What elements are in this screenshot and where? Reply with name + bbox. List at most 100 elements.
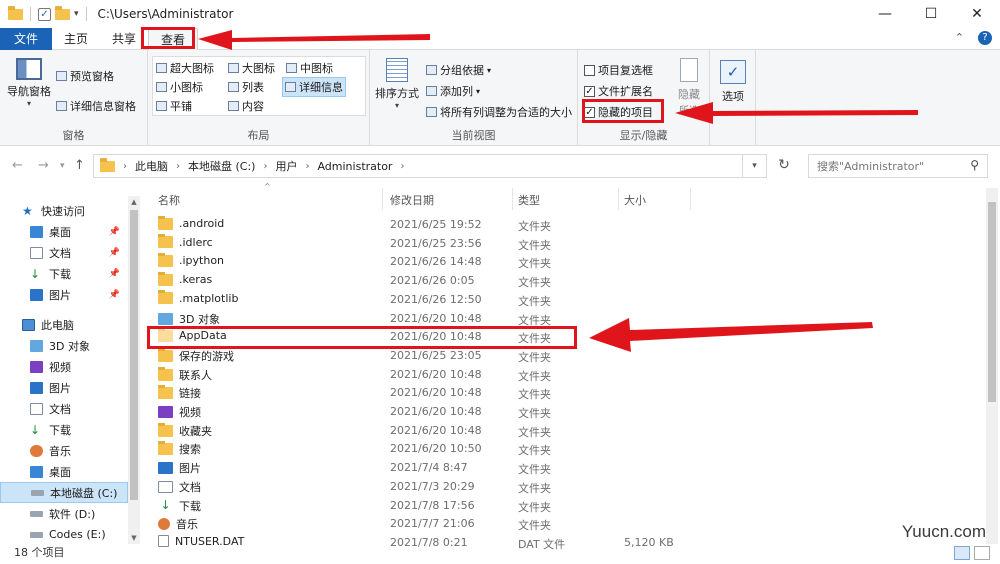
file-row[interactable]: .ipython 2021/6/26 14:48 文件夹 <box>150 252 986 271</box>
chevron-right-icon[interactable]: › <box>305 161 309 172</box>
layout-medium-icons[interactable]: 中图标 <box>286 60 333 76</box>
breadcrumb-this-pc[interactable]: 此电脑 <box>135 158 168 174</box>
nav-item-desktop[interactable]: 桌面 📌 <box>0 221 128 242</box>
collapse-ribbon-icon[interactable]: ⌃ <box>955 31 964 45</box>
refresh-icon[interactable]: ↻ <box>771 154 797 178</box>
nav-item-drive-e[interactable]: Codes (E:) <box>0 524 128 544</box>
layout-tiles[interactable]: 平铺 <box>156 98 192 114</box>
chevron-right-icon[interactable]: › <box>176 161 180 172</box>
add-columns-button[interactable]: 添加列 ▾ <box>426 83 480 99</box>
up-arrow-icon[interactable]: ↑ <box>74 158 85 173</box>
nav-item-3d-objects[interactable]: 3D 对象 <box>0 335 128 356</box>
checkbox-icon <box>584 64 595 76</box>
navigation-pane-button[interactable]: 导航窗格 ▾ <box>6 58 52 108</box>
file-row[interactable]: ↓ 下载 2021/7/8 17:56 文件夹 <box>150 496 986 515</box>
file-row[interactable]: 链接 2021/6/20 10:48 文件夹 <box>150 383 986 402</box>
customize-toolbar-icon[interactable]: ▾ <box>74 9 79 19</box>
pin-icon[interactable]: 📌 <box>109 269 120 279</box>
tab-home[interactable]: 主页 <box>52 28 100 50</box>
help-icon[interactable]: ? <box>978 31 992 45</box>
maximize-button[interactable]: ☐ <box>908 0 954 28</box>
details-view-icon[interactable] <box>954 546 970 560</box>
folder-icon <box>158 347 173 362</box>
nav-item-documents[interactable]: 文档 📌 <box>0 242 128 263</box>
nav-item-desktop-pc[interactable]: 桌面 <box>0 461 128 482</box>
chevron-right-icon[interactable]: › <box>123 161 127 172</box>
scroll-down-icon[interactable]: ▼ <box>128 534 140 542</box>
details-pane-button[interactable]: 详细信息窗格 <box>56 98 136 114</box>
nav-item-pictures[interactable]: 图片 📌 <box>0 284 128 305</box>
column-header-type[interactable]: 类型 <box>518 192 540 208</box>
pin-icon[interactable]: 📌 <box>109 227 120 237</box>
recent-locations-icon[interactable]: ▾ <box>60 161 65 171</box>
column-header-name[interactable]: 名称 <box>158 192 180 208</box>
file-row[interactable]: .android 2021/6/25 19:52 文件夹 <box>150 215 986 234</box>
file-row[interactable]: 收藏夹 2021/6/20 10:48 文件夹 <box>150 421 986 440</box>
file-row[interactable]: 3D 对象 2021/6/20 10:48 文件夹 <box>150 309 986 328</box>
scroll-up-icon[interactable]: ▲ <box>128 198 140 206</box>
file-row[interactable]: 图片 2021/7/4 8:47 文件夹 <box>150 458 986 477</box>
item-checkboxes-toggle[interactable]: 项目复选框 <box>584 62 653 78</box>
column-header-date[interactable]: 修改日期 <box>390 192 434 208</box>
file-row[interactable]: 视频 2021/6/20 10:48 文件夹 <box>150 402 986 421</box>
hide-selected-button[interactable]: 隐藏 所选 <box>672 58 706 117</box>
file-row[interactable]: 联系人 2021/6/20 10:48 文件夹 <box>150 365 986 384</box>
file-row[interactable]: .keras 2021/6/26 0:05 文件夹 <box>150 271 986 290</box>
column-headers: ^ 名称 修改日期 类型 大小 <box>150 182 986 210</box>
address-bar[interactable]: › 此电脑 › 本地磁盘 (C:) › 用户 › Administrator › <box>93 154 743 178</box>
nav-item-videos[interactable]: 视频 <box>0 356 128 377</box>
layout-details[interactable]: 详细信息 <box>282 77 346 97</box>
scrollbar-thumb[interactable] <box>988 202 996 402</box>
forward-arrow-icon[interactable]: → <box>38 158 49 173</box>
pin-icon[interactable]: 📌 <box>109 290 120 300</box>
preview-pane-button[interactable]: 预览窗格 <box>56 68 114 84</box>
nav-item-downloads-pc[interactable]: ↓ 下载 <box>0 419 128 440</box>
nav-item-drive-d[interactable]: 软件 (D:) <box>0 503 128 524</box>
breadcrumb-drive-c[interactable]: 本地磁盘 (C:) <box>188 158 255 174</box>
scrollbar-thumb[interactable] <box>130 210 138 500</box>
layout-large-icons[interactable]: 大图标 <box>228 60 275 76</box>
sort-by-button[interactable]: 排序方式 ▾ <box>374 58 420 110</box>
size-all-columns-button[interactable]: 将所有列调整为合适的大小 <box>426 104 572 120</box>
layout-list[interactable]: 列表 <box>228 79 264 95</box>
file-row[interactable]: 音乐 2021/7/7 21:06 文件夹 <box>150 514 986 533</box>
nav-quick-access[interactable]: ★ 快速访问 <box>0 200 128 221</box>
annotation-box-appdata <box>147 326 577 349</box>
nav-item-drive-c[interactable]: 本地磁盘 (C:) <box>0 482 128 503</box>
pin-icon[interactable]: 📌 <box>109 248 120 258</box>
layout-content[interactable]: 内容 <box>228 98 264 114</box>
large-icons-view-icon[interactable] <box>974 546 990 560</box>
address-dropdown-icon[interactable]: ▾ <box>743 154 767 178</box>
file-row[interactable]: .idlerc 2021/6/25 23:56 文件夹 <box>150 234 986 253</box>
chevron-right-icon[interactable]: › <box>400 161 404 172</box>
layout-extra-large-icons[interactable]: 超大图标 <box>156 60 214 76</box>
nav-item-downloads[interactable]: ↓ 下载 📌 <box>0 263 128 284</box>
options-button[interactable]: ✓ 选项 <box>716 60 750 104</box>
minimize-button[interactable]: — <box>862 0 908 28</box>
back-arrow-icon[interactable]: ← <box>12 158 23 173</box>
layout-small-icons[interactable]: 小图标 <box>156 79 203 95</box>
file-row[interactable]: .matplotlib 2021/6/26 12:50 文件夹 <box>150 290 986 309</box>
column-header-size[interactable]: 大小 <box>624 192 646 208</box>
file-extensions-toggle[interactable]: ✓ 文件扩展名 <box>584 83 653 99</box>
nav-item-pictures-pc[interactable]: 图片 <box>0 377 128 398</box>
group-by-button[interactable]: 分组依据 ▾ <box>426 62 491 78</box>
search-box[interactable]: 搜索"Administrator" ⚲ <box>808 154 988 178</box>
tab-file[interactable]: 文件 <box>0 27 52 50</box>
file-row[interactable]: 搜索 2021/6/20 10:50 文件夹 <box>150 439 986 458</box>
new-folder-icon[interactable] <box>55 5 70 20</box>
breadcrumb-users[interactable]: 用户 <box>275 158 297 174</box>
nav-this-pc[interactable]: 此电脑 <box>0 314 128 335</box>
nav-item-documents-pc[interactable]: 文档 <box>0 398 128 419</box>
close-button[interactable]: ✕ <box>954 0 1000 28</box>
nav-item-music[interactable]: 音乐 <box>0 440 128 461</box>
chevron-right-icon[interactable]: › <box>263 161 267 172</box>
list-scrollbar[interactable] <box>986 188 998 544</box>
search-input[interactable]: 搜索"Administrator" <box>817 158 924 174</box>
video-icon <box>30 360 43 373</box>
file-row[interactable]: 文档 2021/7/3 20:29 文件夹 <box>150 477 986 496</box>
nav-scrollbar[interactable]: ▲ ▼ <box>128 196 140 544</box>
file-name: 保存的游戏 <box>179 349 234 363</box>
properties-icon[interactable]: ✓ <box>38 7 51 21</box>
breadcrumb-administrator[interactable]: Administrator <box>317 160 392 173</box>
